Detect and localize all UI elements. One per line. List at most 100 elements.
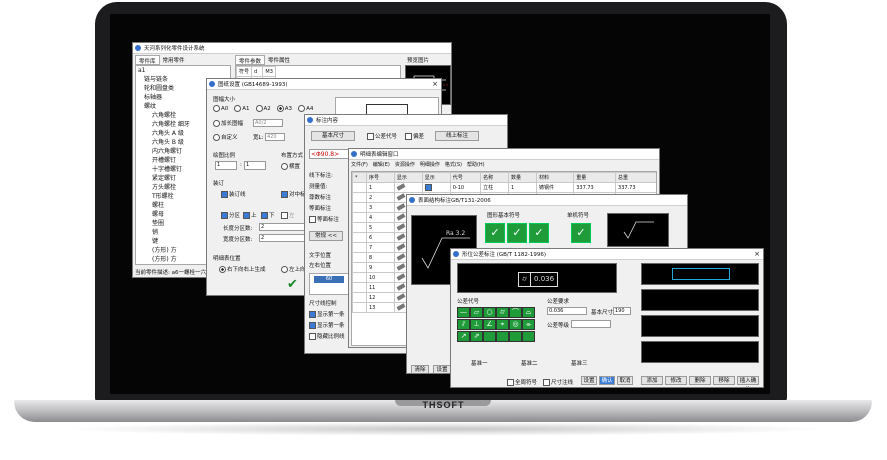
tab-attrs[interactable]: 零件属性 (265, 55, 293, 65)
tol-list-button[interactable]: 添加 (641, 376, 663, 385)
dim-note-check[interactable]: 尺寸注线 (543, 378, 573, 386)
tab-library[interactable]: 零件库 (135, 55, 160, 65)
tol-symbol-icon[interactable] (496, 331, 509, 342)
mount-checkbox[interactable] (221, 191, 228, 198)
list-opt1-radio[interactable] (219, 266, 226, 273)
div-top[interactable]: 上 (243, 211, 257, 219)
div-bottom-checkbox[interactable] (261, 212, 268, 219)
set-button[interactable]: 设置 (433, 365, 451, 373)
row-show-check[interactable] (421, 182, 451, 193)
tol-symbol-icon[interactable]: ∠ (483, 319, 496, 330)
rough-symbol-1-icon[interactable]: ✓ (485, 223, 505, 243)
basic-field[interactable]: 190 (613, 307, 631, 315)
close-icon[interactable]: × (432, 80, 438, 88)
tol-symbol-icon[interactable]: ⌯ (522, 319, 535, 330)
full-round-checkbox[interactable] (507, 379, 514, 386)
tol-symbol-icon[interactable]: ⌒ (509, 307, 522, 318)
tol-symbol-icon[interactable]: ⌖ (496, 319, 509, 330)
tol-list-button[interactable]: 移除 (713, 376, 735, 385)
size-radio[interactable] (276, 105, 284, 112)
div-left[interactable]: 左 (281, 211, 295, 219)
tol-list-button[interactable]: 插入确认 (737, 376, 759, 385)
dim-opt3[interactable]: 隐藏比例线 (309, 332, 345, 340)
div-check[interactable]: 分区 (221, 211, 240, 219)
width-field[interactable]: 420 (265, 133, 285, 141)
above-line-button[interactable]: 线上标注 (435, 131, 479, 141)
tol-set-button[interactable]: 设置 (581, 376, 597, 385)
tol-value-field[interactable]: 0.036 (547, 307, 587, 315)
basic-size-button[interactable]: 基本尺寸 (311, 131, 355, 141)
size-radio[interactable] (213, 105, 220, 112)
scale-field-1[interactable]: 1 (215, 161, 237, 170)
list-menu-item[interactable]: 格式(S) (445, 161, 462, 168)
size-radio[interactable] (255, 105, 263, 112)
rough-symbol-3-icon[interactable]: ✓ (529, 223, 549, 243)
tol-symbol-icon[interactable]: ◎ (509, 319, 522, 330)
tol-symbol-icon[interactable]: ▱ (470, 307, 483, 318)
custom-option[interactable]: 自定义 (213, 133, 238, 141)
list-menu-item[interactable]: 明细操作 (420, 161, 440, 168)
tab-common[interactable]: 常用零件 (160, 55, 188, 65)
tol-list-button[interactable]: 修改 (665, 376, 687, 385)
tol-symbol-icon[interactable]: ⌓ (522, 307, 535, 318)
list-opt2-radio[interactable] (281, 266, 288, 273)
extra-symbol-icon[interactable]: ✓ (571, 223, 591, 243)
tol-code-checkbox[interactable] (367, 133, 374, 140)
annot-value-field[interactable]: <Φ90.8> (309, 149, 349, 159)
size-option-a1[interactable]: A1 (234, 105, 250, 112)
confirm-check-icon[interactable]: ✔ (287, 277, 298, 292)
list-opt2[interactable]: 左上向 (281, 265, 306, 273)
tol-symbol-icon[interactable]: ⊥ (470, 319, 483, 330)
place-horizontal[interactable]: 横置 (281, 162, 300, 170)
tol-symbol-icon[interactable]: ⫽ (457, 319, 470, 330)
size-option-a0[interactable]: A0 (213, 105, 228, 112)
list-menu-item[interactable]: 资源操作 (395, 161, 415, 168)
expand-button[interactable]: 常规 << (309, 231, 343, 241)
dim-note-checkbox[interactable] (543, 379, 550, 386)
list-menu-item[interactable]: 帮助(H) (467, 161, 485, 168)
size-option-a3[interactable]: A3 (276, 105, 292, 112)
full-round-check[interactable]: 全周符号 (507, 378, 537, 386)
size-option-a4[interactable]: A4 (298, 105, 313, 112)
list-row[interactable]: 1 0-10 立柱 1 铸钢件 337.73 337.73 (352, 182, 656, 193)
deviation-check[interactable]: 偏差 (405, 132, 424, 140)
dim-opt1-checkbox[interactable] (309, 311, 316, 318)
tol-confirm-button[interactable]: 确认 (599, 376, 615, 385)
tol-symbol-icon[interactable] (522, 331, 535, 342)
list-menu-item[interactable]: 文件(F) (351, 161, 368, 168)
long-size-radio[interactable] (213, 120, 220, 127)
long-size-field[interactable]: A0/2 (253, 119, 283, 127)
size-radio[interactable] (298, 105, 306, 112)
tol-symbol-icon[interactable]: ⌭ (496, 307, 509, 318)
tol-symbol-icon[interactable] (483, 331, 496, 342)
row-checkbox[interactable] (424, 184, 432, 191)
dim-opt2-checkbox[interactable] (309, 322, 316, 329)
clear-button[interactable]: 清除 (411, 365, 429, 373)
div-bottom[interactable]: 下 (261, 211, 275, 219)
dim-opt1[interactable]: 显示第一条 (309, 310, 345, 318)
list-menu-item[interactable]: 编辑(E) (373, 161, 390, 168)
tree-item[interactable]: a1 (136, 66, 230, 75)
tol-symbol-icon[interactable]: ⇗ (470, 331, 483, 342)
tol-code-check[interactable]: 公差代号 (367, 132, 397, 140)
tol-symbol-icon[interactable]: ↗ (457, 331, 470, 342)
custom-radio[interactable] (213, 134, 220, 141)
face-checkbox[interactable] (309, 216, 316, 223)
div-left-checkbox[interactable] (281, 212, 288, 219)
rough-symbol-2-icon[interactable]: ✓ (507, 223, 527, 243)
tab-params[interactable]: 零件参数 (235, 55, 266, 65)
list-opt1[interactable]: 右下向右上生成 (219, 265, 266, 273)
coef-field[interactable] (571, 320, 611, 328)
tol-cancel-button[interactable]: 取消 (617, 376, 633, 385)
deviation-checkbox[interactable] (405, 133, 412, 140)
face-check[interactable]: 等面标注 (309, 215, 339, 223)
place-h-radio[interactable] (281, 163, 288, 170)
tol-symbol-icon[interactable]: ○ (483, 307, 496, 318)
scale-field-2[interactable]: 1 (244, 161, 266, 170)
size-radio[interactable] (234, 105, 242, 112)
dim-opt2[interactable]: 显示第一条 (309, 321, 345, 329)
tol-symbol-icon[interactable] (509, 331, 522, 342)
tol-close-icon[interactable]: × (754, 250, 760, 258)
center-checkbox[interactable] (281, 191, 288, 198)
div-top-checkbox[interactable] (243, 212, 250, 219)
